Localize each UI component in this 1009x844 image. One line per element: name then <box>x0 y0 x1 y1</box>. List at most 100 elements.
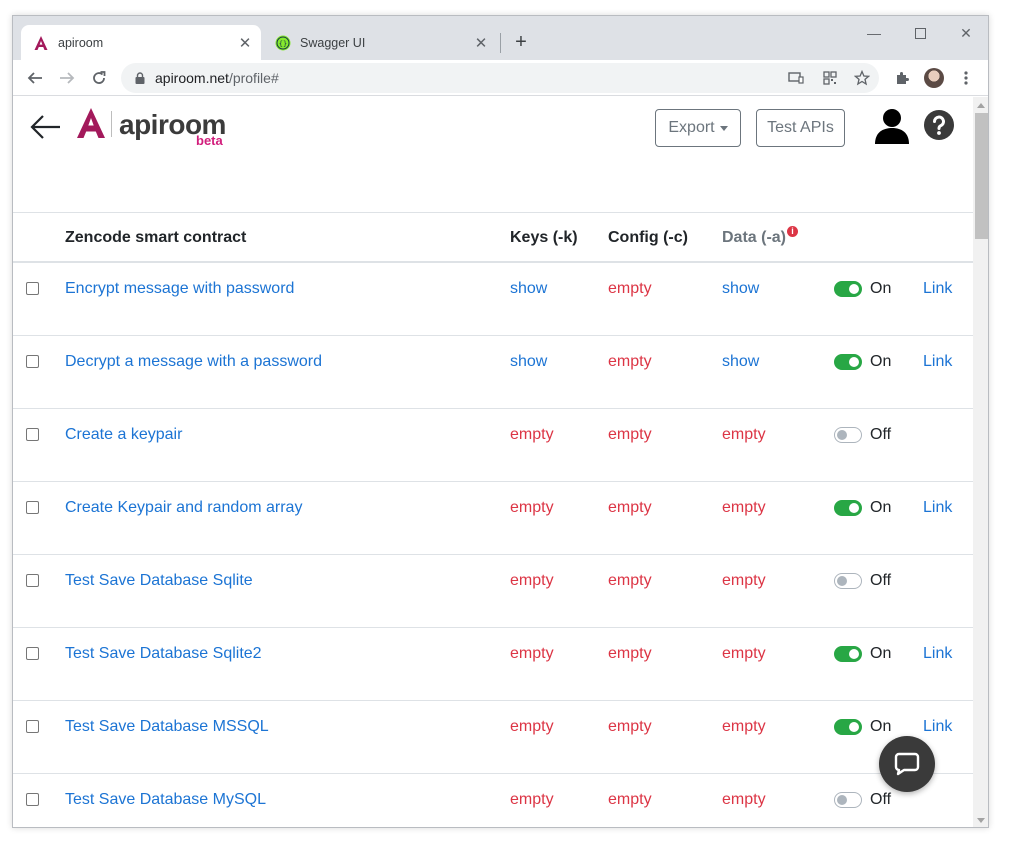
contract-name-link[interactable]: Test Save Database MySQL <box>65 791 266 808</box>
tab-apiroom[interactable]: apiroom ✕ <box>21 25 261 60</box>
select-cell <box>13 335 65 409</box>
keys-value: empty <box>510 644 554 662</box>
keys-value[interactable]: show <box>510 280 547 297</box>
maximize-icon[interactable] <box>897 20 943 46</box>
status-toggle[interactable]: On <box>834 353 923 371</box>
url-path: /profile# <box>228 70 279 86</box>
contract-name-cell: Test Save Database MySQL <box>65 773 510 827</box>
toggle-switch[interactable] <box>834 499 862 516</box>
row-checkbox[interactable] <box>26 500 39 514</box>
minimize-icon[interactable]: — <box>851 20 897 46</box>
endpoint-link[interactable]: Link <box>923 718 952 735</box>
test-apis-button[interactable]: Test APIs <box>756 109 845 147</box>
export-dropdown-button[interactable]: Export <box>655 109 741 147</box>
swagger-favicon-icon: {} <box>275 35 291 51</box>
config-cell: empty <box>608 262 722 336</box>
contract-name-link[interactable]: Create Keypair and random array <box>65 499 302 516</box>
status-cell: Off <box>834 408 923 482</box>
column-header-status <box>834 214 923 263</box>
row-checkbox[interactable] <box>26 354 39 368</box>
help-icon[interactable] <box>923 109 955 141</box>
tab-close-icon[interactable]: ✕ <box>471 33 491 53</box>
toggle-switch[interactable] <box>834 353 862 370</box>
toggle-label: On <box>870 352 892 370</box>
select-cell <box>13 627 65 701</box>
config-cell: empty <box>608 627 722 701</box>
info-icon[interactable]: i <box>787 225 799 237</box>
scrollbar-thumb[interactable] <box>975 113 988 239</box>
keys-value[interactable]: show <box>510 353 547 370</box>
toggle-switch[interactable] <box>834 281 862 297</box>
scroll-down-icon[interactable] <box>977 818 985 823</box>
config-value: empty <box>608 571 652 589</box>
contract-name-link[interactable]: Test Save Database Sqlite <box>65 572 253 589</box>
toggle-switch[interactable] <box>834 645 862 662</box>
window-close-icon[interactable]: ✕ <box>943 20 988 46</box>
row-checkbox[interactable] <box>26 646 39 660</box>
link-cell <box>923 773 973 827</box>
row-checkbox[interactable] <box>26 719 39 733</box>
status-toggle[interactable]: Off <box>834 791 923 809</box>
contract-name-cell: Test Save Database MSSQL <box>65 700 510 774</box>
row-checkbox[interactable] <box>26 282 39 295</box>
header-select-cell <box>13 214 65 263</box>
cast-icon[interactable] <box>787 69 805 87</box>
row-checkbox[interactable] <box>26 427 39 441</box>
user-account-icon[interactable] <box>873 107 911 145</box>
scroll-up-icon[interactable] <box>977 103 985 108</box>
contract-name-link[interactable]: Decrypt a message with a password <box>65 353 322 370</box>
keys-cell: show <box>510 262 608 336</box>
new-tab-icon[interactable]: + <box>509 30 533 54</box>
vertical-scrollbar[interactable] <box>973 97 988 827</box>
qr-code-icon[interactable] <box>821 69 839 87</box>
apiroom-logo[interactable]: apiroom beta <box>75 107 230 148</box>
toggle-switch[interactable] <box>834 791 862 808</box>
contract-name-link[interactable]: Test Save Database MSSQL <box>65 718 269 735</box>
toggle-knob <box>837 794 847 805</box>
bookmark-star-icon[interactable] <box>853 69 871 87</box>
address-bar[interactable]: apiroom.net/profile# <box>121 63 879 93</box>
status-toggle[interactable]: Off <box>834 426 923 444</box>
table-header-row: Zencode smart contract Keys (-k) Config … <box>13 214 973 263</box>
data-value[interactable]: show <box>722 353 759 370</box>
data-cell: empty <box>722 627 834 701</box>
row-checkbox[interactable] <box>26 573 39 587</box>
status-toggle[interactable]: On <box>834 645 923 663</box>
chat-button[interactable] <box>879 736 935 792</box>
endpoint-link[interactable]: Link <box>923 280 952 297</box>
contract-name-link[interactable]: Test Save Database Sqlite2 <box>65 645 262 662</box>
contract-name-link[interactable]: Encrypt message with password <box>65 280 294 297</box>
forward-icon[interactable] <box>53 64 81 92</box>
table-row: Test Save Database MySQL empty empty empty O… <box>13 773 973 827</box>
browser-menu-icon[interactable] <box>955 67 977 89</box>
status-toggle[interactable]: On <box>834 499 923 517</box>
endpoint-link[interactable]: Link <box>923 645 952 662</box>
endpoint-link[interactable]: Link <box>923 499 952 516</box>
tab-swagger[interactable]: {} Swagger UI ✕ <box>263 25 497 60</box>
status-toggle[interactable]: Off <box>834 572 923 590</box>
toggle-switch[interactable] <box>834 572 862 589</box>
back-arrow-icon[interactable] <box>29 113 61 141</box>
endpoint-link[interactable]: Link <box>923 353 952 370</box>
status-toggle[interactable]: On <box>834 718 923 736</box>
table-row: Test Save Database MSSQL empty empty empty O… <box>13 700 973 774</box>
extensions-icon[interactable] <box>891 67 913 89</box>
tab-close-icon[interactable]: ✕ <box>235 33 255 53</box>
config-value: empty <box>608 644 652 662</box>
svg-text:{}: {} <box>279 40 287 48</box>
reload-icon[interactable] <box>85 64 113 92</box>
data-cell: empty <box>722 408 834 482</box>
link-cell: Link <box>923 481 973 555</box>
data-cell: empty <box>722 481 834 555</box>
data-value[interactable]: show <box>722 280 759 297</box>
profile-avatar-icon[interactable] <box>923 67 945 89</box>
toggle-label: Off <box>870 790 892 808</box>
link-cell <box>923 408 973 482</box>
toggle-switch[interactable] <box>834 426 862 443</box>
contract-name-link[interactable]: Create a keypair <box>65 426 182 443</box>
column-header-data: Data (-a) i <box>722 214 834 263</box>
back-icon[interactable] <box>21 64 49 92</box>
row-checkbox[interactable] <box>26 792 39 806</box>
status-toggle[interactable]: On <box>834 280 923 298</box>
toggle-switch[interactable] <box>834 718 862 735</box>
